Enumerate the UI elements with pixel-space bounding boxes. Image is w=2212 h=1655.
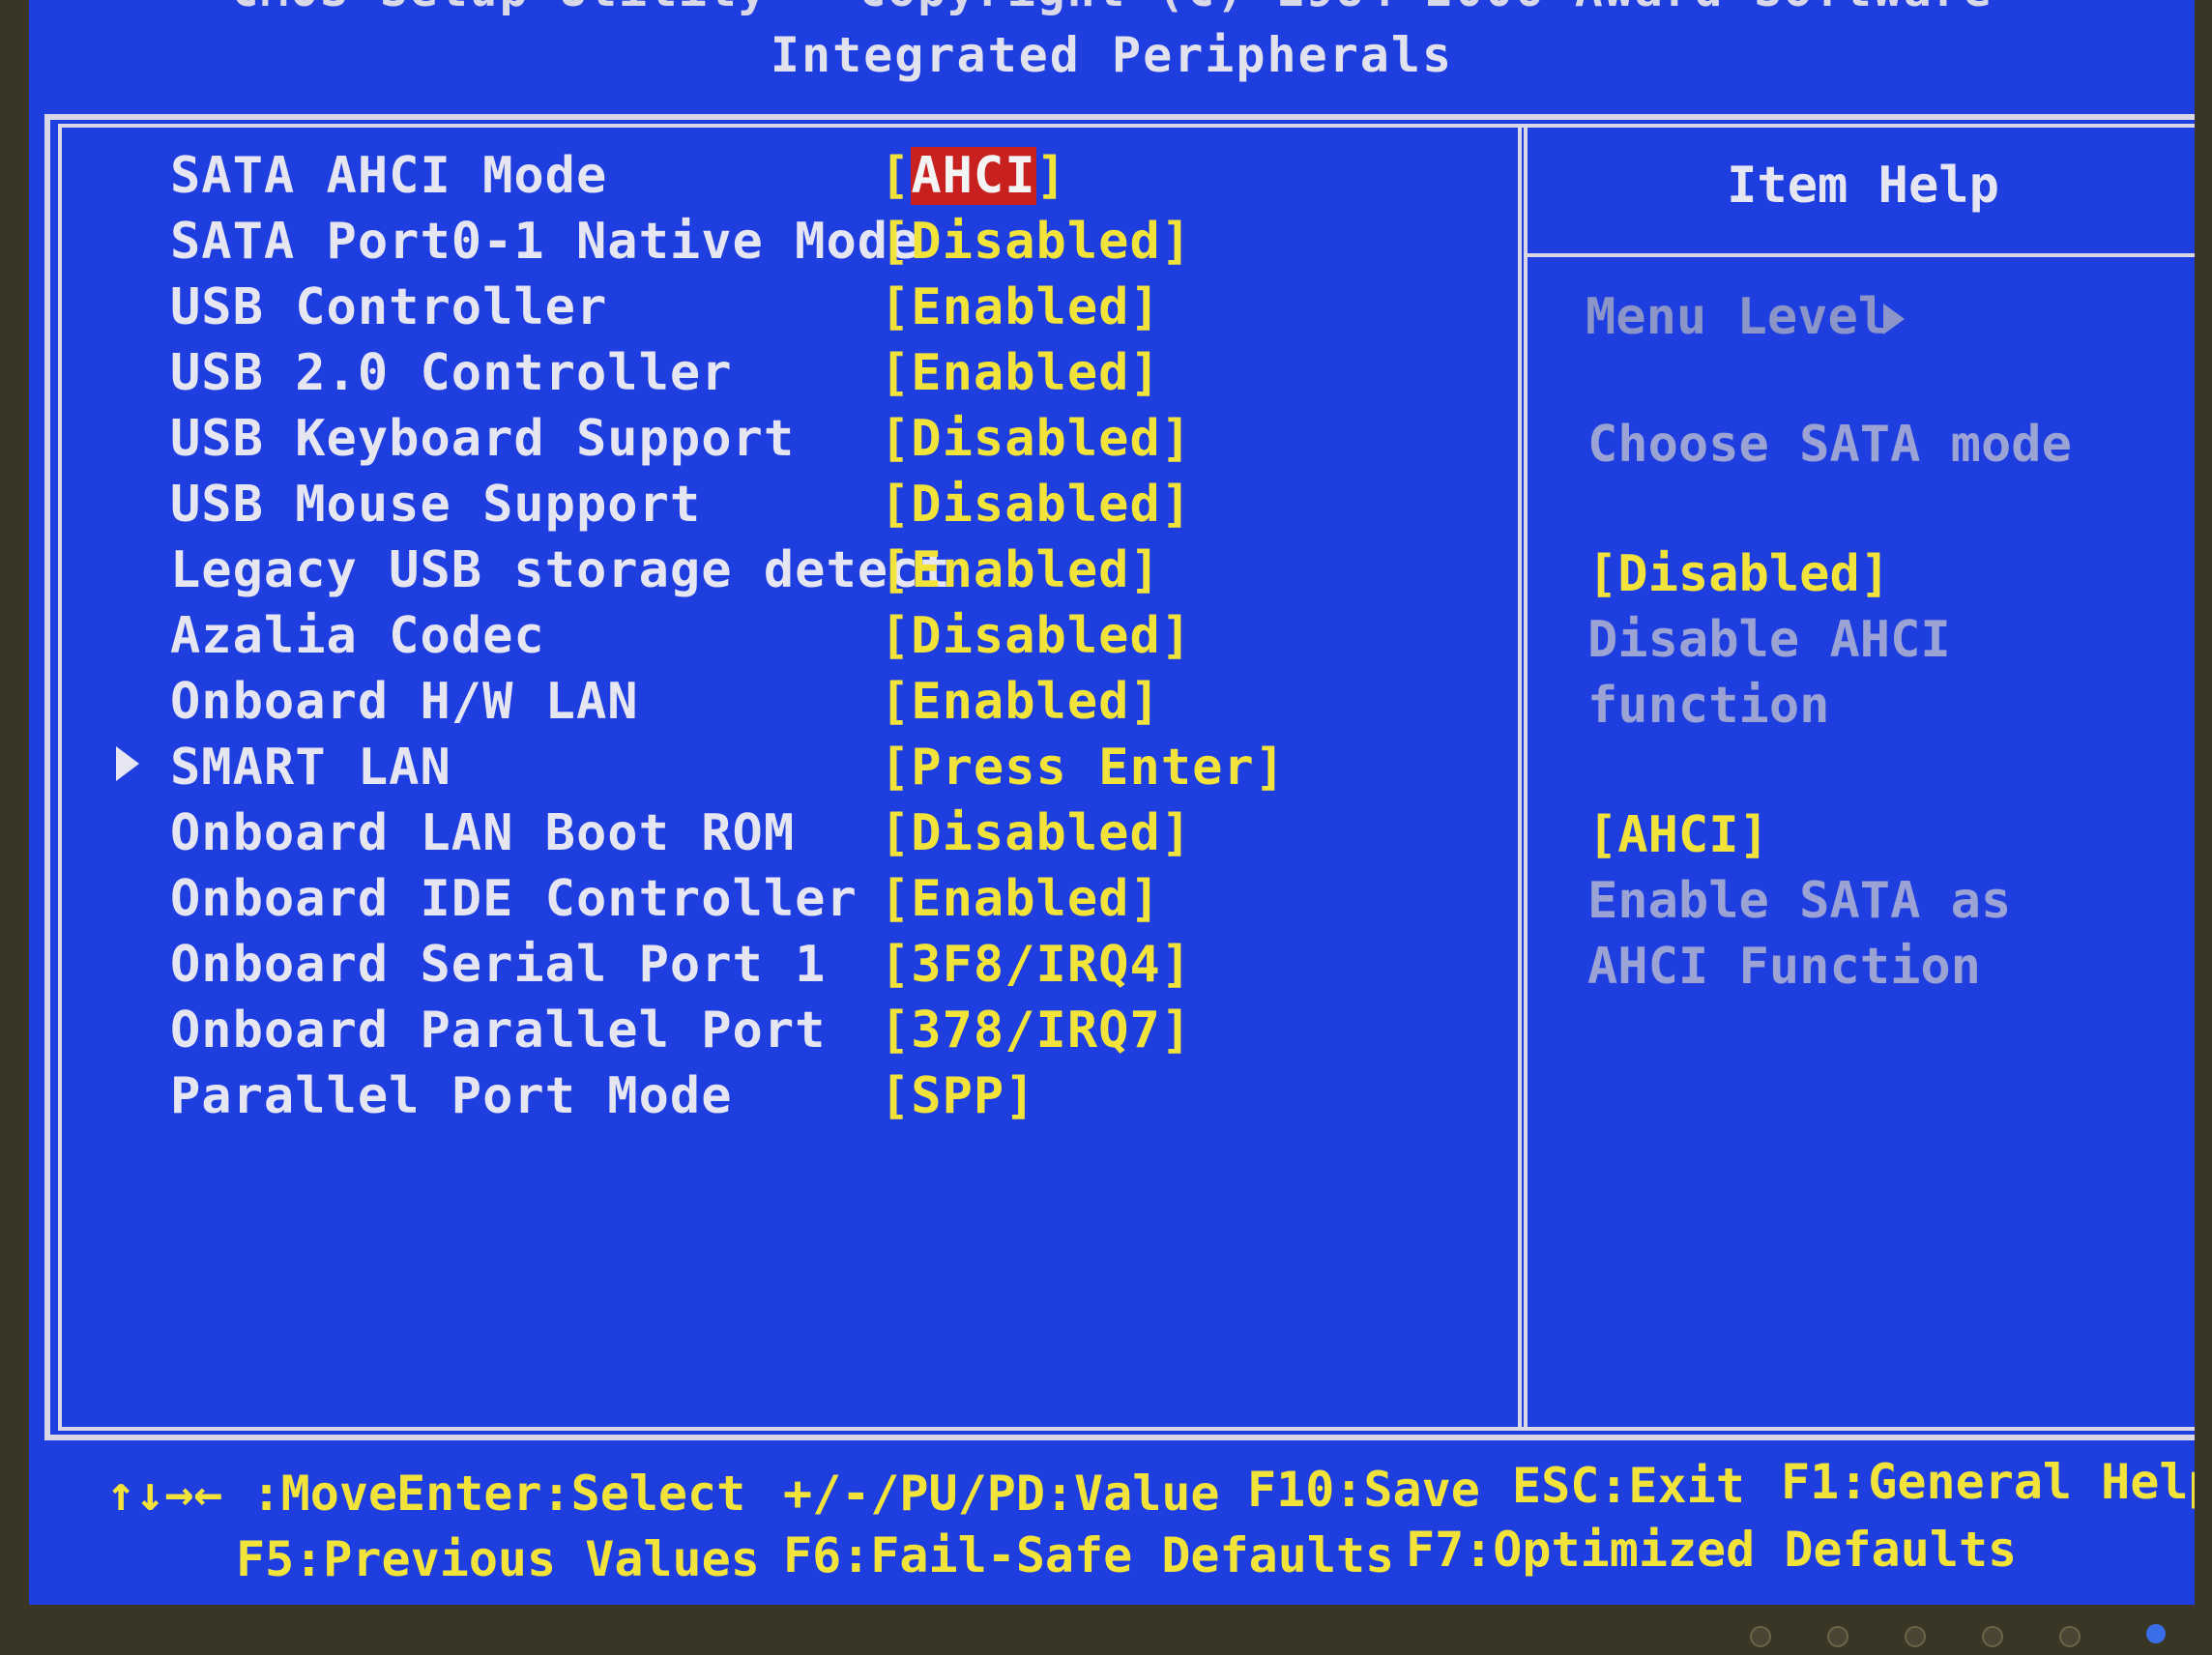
setting-row-onboard-ide-controller[interactable]: Onboard IDE Controller [Enabled] bbox=[29, 870, 1518, 936]
monitor-button bbox=[2059, 1626, 2081, 1647]
setting-label: SATA Port0-1 Native Mode bbox=[170, 213, 920, 271]
setting-label: Onboard LAN Boot ROM bbox=[170, 804, 796, 862]
setting-value[interactable]: [AHCI] bbox=[880, 147, 1067, 205]
key-hint-select: Enter:Select bbox=[396, 1466, 746, 1522]
monitor-button bbox=[1982, 1626, 2003, 1647]
page-title: Integrated Peripherals bbox=[770, 27, 1454, 83]
setting-value[interactable]: [Enabled] bbox=[880, 870, 1161, 928]
setting-value[interactable]: [3F8/IRQ4] bbox=[880, 936, 1192, 994]
setting-label: Azalia Codec bbox=[170, 607, 545, 665]
key-hint-optimized-defaults: F7:Optimized Defaults bbox=[1406, 1522, 2018, 1578]
setting-value[interactable]: [Disabled] bbox=[880, 410, 1192, 468]
setting-row-parallel-port-mode[interactable]: Parallel Port Mode [SPP] bbox=[29, 1067, 1518, 1133]
setting-row-usb-controller[interactable]: USB Controller [Enabled] bbox=[29, 278, 1518, 344]
setting-row-onboard-hw-lan[interactable]: Onboard H/W LAN [Enabled] bbox=[29, 673, 1518, 739]
setting-value[interactable]: [Disabled] bbox=[880, 213, 1192, 271]
setting-row-usb-mouse-support[interactable]: USB Mouse Support [Disabled] bbox=[29, 476, 1518, 541]
setting-row-onboard-lan-boot-rom[interactable]: Onboard LAN Boot ROM [Disabled] bbox=[29, 804, 1518, 870]
help-option-text: Enable SATA as bbox=[1587, 872, 2012, 930]
setting-row-smart-lan[interactable]: SMART LAN [Press Enter] bbox=[29, 739, 1518, 804]
help-option-text: Disable AHCI bbox=[1587, 611, 1951, 669]
setting-label: SATA AHCI Mode bbox=[170, 147, 608, 205]
setting-label: Legacy USB storage detect bbox=[170, 541, 951, 599]
setting-value[interactable]: [Disabled] bbox=[880, 476, 1192, 534]
setting-label: USB Mouse Support bbox=[170, 476, 702, 534]
key-hint-previous-values: F5:Previous Values bbox=[236, 1531, 760, 1587]
setting-label: USB Keyboard Support bbox=[170, 410, 796, 468]
setting-value[interactable]: [Enabled] bbox=[880, 344, 1161, 402]
key-hint-general-help: F1:General Help bbox=[1781, 1454, 2195, 1510]
setting-label: USB 2.0 Controller bbox=[170, 344, 733, 402]
setting-row-usb2-controller[interactable]: USB 2.0 Controller [Enabled] bbox=[29, 344, 1518, 410]
setting-label: Onboard IDE Controller bbox=[170, 870, 858, 928]
help-title: Item Help bbox=[1727, 157, 1999, 215]
setting-row-azalia-codec[interactable]: Azalia Codec [Disabled] bbox=[29, 607, 1518, 673]
help-option-text: function bbox=[1587, 677, 1830, 735]
setting-value[interactable]: [SPP] bbox=[880, 1067, 1036, 1125]
key-hint-move: ↑↓→← :Move bbox=[106, 1466, 398, 1522]
setting-row-legacy-usb-storage[interactable]: Legacy USB storage detect [Enabled] bbox=[29, 541, 1518, 607]
setting-value[interactable]: [Enabled] bbox=[880, 673, 1161, 731]
setting-value[interactable]: [Disabled] bbox=[880, 804, 1192, 862]
setting-value[interactable]: [Disabled] bbox=[880, 607, 1192, 665]
setting-value[interactable]: [Enabled] bbox=[880, 278, 1161, 336]
menu-level-arrow-icon bbox=[1883, 304, 1905, 334]
setting-label: Parallel Port Mode bbox=[170, 1067, 733, 1125]
key-hint-exit: ESC:Exit bbox=[1512, 1458, 1745, 1514]
setting-row-sata-port-native-mode[interactable]: SATA Port0-1 Native Mode [Disabled] bbox=[29, 213, 1518, 278]
monitor-screen: CMOS Setup Utility - Copyright (C) 1984-… bbox=[0, 0, 2212, 1655]
help-menu-level: Menu Level bbox=[1586, 288, 1889, 346]
setting-label: Onboard Parallel Port bbox=[170, 1002, 827, 1060]
setting-label: Onboard H/W LAN bbox=[170, 673, 639, 731]
setting-row-onboard-parallel-port[interactable]: Onboard Parallel Port [378/IRQ7] bbox=[29, 1002, 1518, 1067]
setting-label: USB Controller bbox=[170, 278, 608, 336]
help-divider-horizontal bbox=[1528, 253, 2195, 257]
setting-row-sata-ahci-mode[interactable]: SATA AHCI Mode [AHCI] bbox=[29, 147, 1518, 213]
help-description: Choose SATA mode bbox=[1587, 416, 2072, 474]
key-hint-value: +/-/PU/PD:Value bbox=[783, 1466, 1220, 1522]
panel-divider-vertical bbox=[1518, 124, 1528, 1431]
setting-row-onboard-serial-port[interactable]: Onboard Serial Port 1 [3F8/IRQ4] bbox=[29, 936, 1518, 1002]
monitor-button bbox=[1827, 1626, 1848, 1647]
key-legend-footer: ↑↓→← :Move Enter:Select +/-/PU/PD:Value … bbox=[29, 1450, 2195, 1605]
key-hint-save: F10:Save bbox=[1247, 1462, 1480, 1518]
setting-label: Onboard Serial Port 1 bbox=[170, 936, 827, 994]
power-led-icon bbox=[2146, 1624, 2166, 1643]
help-option-value: [AHCI] bbox=[1587, 806, 1769, 864]
help-option-value: [Disabled] bbox=[1587, 545, 1891, 603]
bios-setup-screen: CMOS Setup Utility - Copyright (C) 1984-… bbox=[29, 0, 2195, 1605]
monitor-button bbox=[1905, 1626, 1926, 1647]
monitor-button bbox=[1750, 1626, 1771, 1647]
selected-value-highlight[interactable]: AHCI bbox=[911, 147, 1036, 205]
setting-value[interactable]: [Press Enter] bbox=[880, 739, 1286, 797]
setting-value[interactable]: [Enabled] bbox=[880, 541, 1161, 599]
setting-value[interactable]: [378/IRQ7] bbox=[880, 1002, 1192, 1060]
setting-row-usb-keyboard-support[interactable]: USB Keyboard Support [Disabled] bbox=[29, 410, 1518, 476]
submenu-arrow-icon bbox=[116, 746, 139, 781]
help-option-text: AHCI Function bbox=[1587, 938, 1981, 996]
setting-label: SMART LAN bbox=[170, 739, 451, 797]
bios-header-title: CMOS Setup Utility - Copyright (C) 1984-… bbox=[29, 0, 2195, 17]
key-hint-failsafe-defaults: F6:Fail-Safe Defaults bbox=[783, 1527, 1395, 1583]
